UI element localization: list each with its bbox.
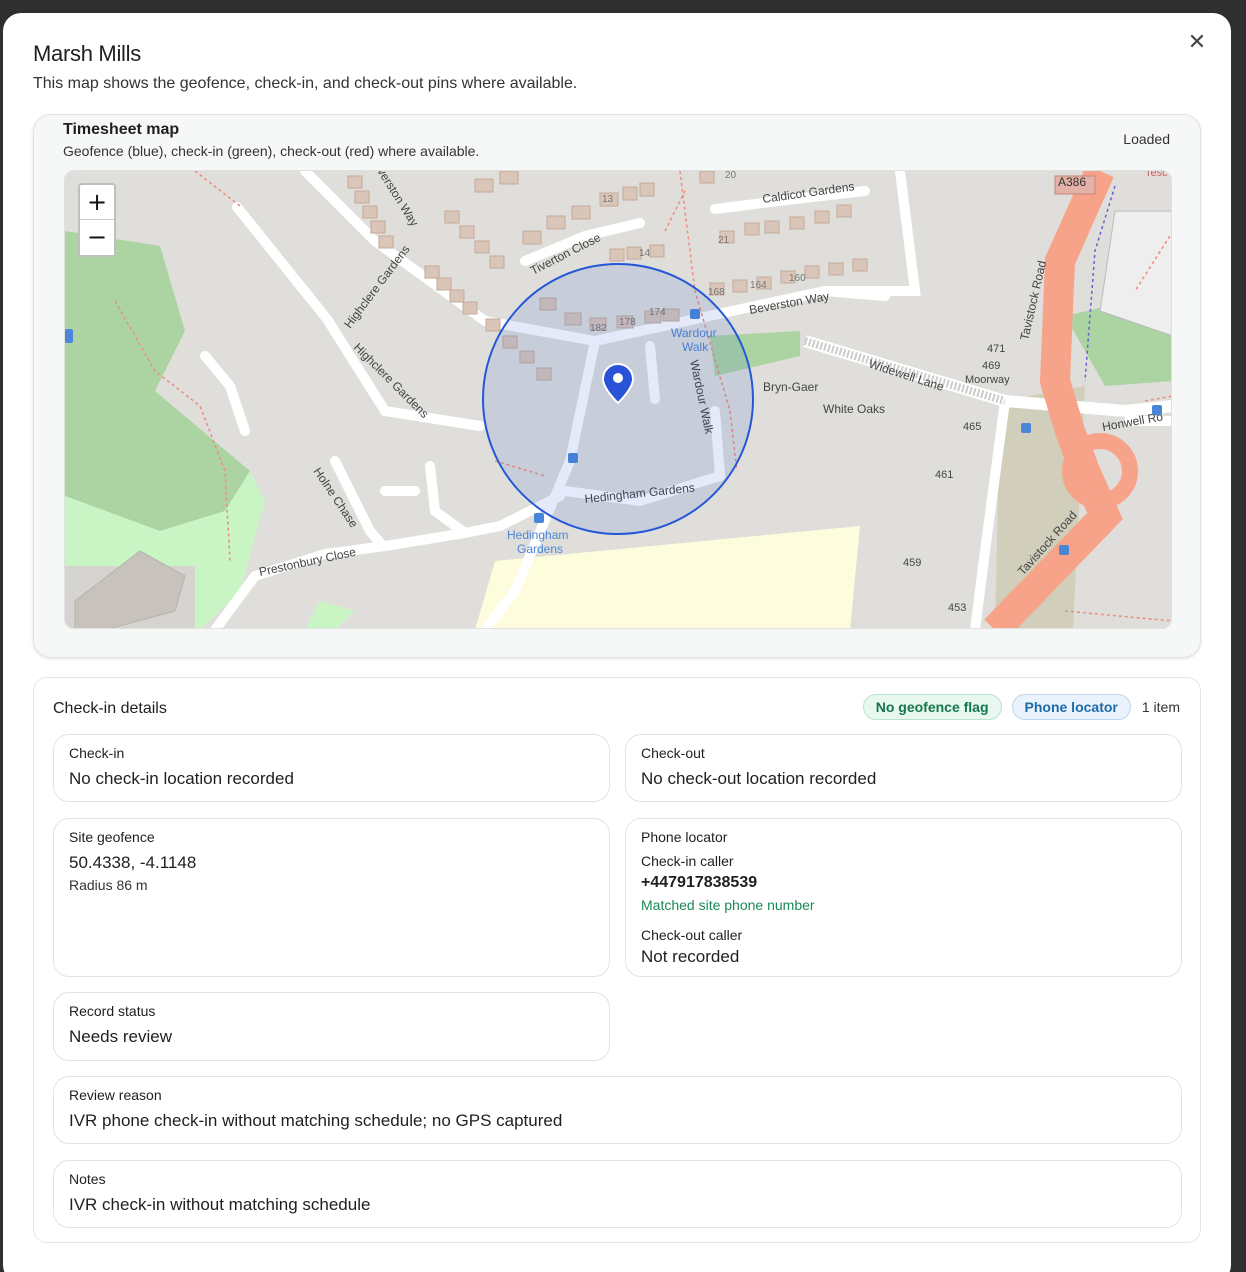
bus-stop-icon <box>1152 405 1162 415</box>
dialog-subtitle: This map shows the geofence, check-in, a… <box>33 75 578 92</box>
checkin-caller-label: Check-in caller <box>641 853 734 869</box>
zoom-control: + − <box>78 183 116 257</box>
backdrop <box>1232 50 1246 80</box>
checkin-caller-number: +447917838539 <box>641 874 758 891</box>
svg-text:21: 21 <box>718 235 730 246</box>
svg-text:13: 13 <box>602 194 614 205</box>
notes-value: IVR check-in without matching schedule <box>69 1195 371 1214</box>
checkin-tile: Check-in No check-in location recorded <box>53 734 610 802</box>
review-reason-value: IVR phone check-in without matching sche… <box>69 1111 563 1130</box>
map-title: Timesheet map <box>63 121 180 138</box>
phone-locator-badge: Phone locator <box>1011 694 1131 720</box>
svg-text:471: 471 <box>987 343 1005 355</box>
svg-text:469: 469 <box>982 360 1000 372</box>
timesheet-map-dialog: ✕ Marsh Mills This map shows the geofenc… <box>3 13 1231 1272</box>
item-count: 1 item <box>1141 699 1180 715</box>
svg-text:Gardens: Gardens <box>517 542 563 556</box>
bus-stop-icon <box>534 513 544 523</box>
badge-row: No geofence flag Phone locator 1 item <box>862 694 1180 720</box>
phone-locator-label: Phone locator <box>641 829 728 845</box>
map-status: Loaded <box>1123 131 1170 147</box>
record-status-label: Record status <box>69 1003 156 1019</box>
notes-tile: Notes IVR check-in without matching sche… <box>53 1160 1182 1228</box>
checkout-tile: Check-out No check-out location recorded <box>625 734 1182 802</box>
zoom-in-button[interactable]: + <box>80 185 114 220</box>
svg-text:Bryn-Gaer: Bryn-Gaer <box>763 380 818 394</box>
caller-match-status: Matched site phone number <box>641 897 815 913</box>
record-status-tile: Record status Needs review <box>53 992 610 1061</box>
details-title: Check-in details <box>53 700 167 717</box>
svg-text:14: 14 <box>639 248 651 259</box>
svg-text:465: 465 <box>963 421 981 433</box>
close-icon[interactable]: ✕ <box>1185 31 1209 55</box>
bus-stop-icon <box>1021 423 1031 433</box>
phone-locator-tile: Phone locator Check-in caller +447917838… <box>625 818 1182 977</box>
svg-text:168: 168 <box>708 287 725 298</box>
notes-label: Notes <box>69 1171 106 1187</box>
no-geofence-flag-badge: No geofence flag <box>862 694 1002 720</box>
map-view[interactable]: A386 Tesc Caldicot Gardens Tiverton Clos… <box>64 170 1172 629</box>
svg-text:20: 20 <box>725 171 737 181</box>
svg-text:Hedingham: Hedingham <box>507 528 568 542</box>
review-reason-label: Review reason <box>69 1087 162 1103</box>
review-reason-tile: Review reason IVR phone check-in without… <box>53 1076 1182 1144</box>
checkin-details-card: Check-in details No geofence flag Phone … <box>33 677 1201 1243</box>
checkout-value: No check-out location recorded <box>641 769 877 788</box>
checkout-label: Check-out <box>641 745 705 761</box>
site-geofence-tile: Site geofence 50.4338, -4.1148 Radius 86… <box>53 818 610 977</box>
svg-text:Tesc: Tesc <box>1145 171 1168 179</box>
checkout-caller-label: Check-out caller <box>641 927 743 943</box>
record-status-value: Needs review <box>69 1027 172 1046</box>
checkin-label: Check-in <box>69 745 125 761</box>
bus-stop-icon <box>1059 545 1069 555</box>
svg-text:White Oaks: White Oaks <box>823 402 885 416</box>
svg-text:A386: A386 <box>1058 175 1086 189</box>
zoom-out-button[interactable]: − <box>80 220 114 255</box>
bus-stop-icon <box>65 329 73 343</box>
geofence-label: Site geofence <box>69 829 155 845</box>
geofence-radius: Radius 86 m <box>69 877 148 893</box>
svg-text:453: 453 <box>948 602 966 614</box>
dialog-title: Marsh Mills <box>33 41 141 66</box>
svg-text:160: 160 <box>789 273 806 284</box>
geofence-coords: 50.4338, -4.1148 <box>69 853 197 872</box>
svg-text:164: 164 <box>750 280 767 291</box>
map-legend-text: Geofence (blue), check-in (green), check… <box>63 143 480 159</box>
svg-text:Moorway: Moorway <box>965 374 1010 386</box>
checkout-caller-value: Not recorded <box>641 947 740 966</box>
svg-text:461: 461 <box>935 469 953 481</box>
timesheet-map-card: Timesheet map Geofence (blue), check-in … <box>33 114 1201 658</box>
svg-text:459: 459 <box>903 557 921 569</box>
checkin-value: No check-in location recorded <box>69 769 294 788</box>
